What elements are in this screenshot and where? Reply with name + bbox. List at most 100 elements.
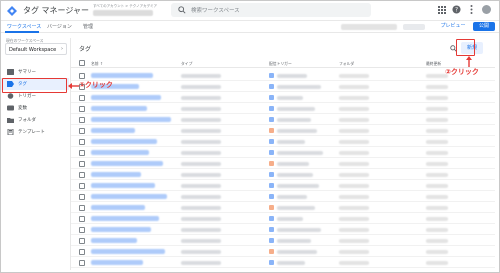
- row-checkbox[interactable]: [79, 127, 85, 134]
- table-row[interactable]: [71, 257, 495, 268]
- folder-blurred: [339, 194, 369, 199]
- table-row[interactable]: [71, 81, 495, 92]
- row-checkbox[interactable]: [79, 116, 85, 123]
- sidebar: 現在のワークスペース Default Workspace › サマリー タグ ト…: [1, 34, 69, 272]
- table-row[interactable]: [71, 70, 495, 81]
- folder-blurred: [339, 260, 369, 265]
- sidebar-item-templates[interactable]: テンプレート: [1, 126, 69, 138]
- workspace-selector[interactable]: Default Workspace ›: [5, 43, 67, 55]
- tag-name-blurred[interactable]: [91, 106, 147, 111]
- row-checkbox[interactable]: [79, 182, 85, 189]
- tag-name-blurred[interactable]: [91, 194, 167, 199]
- step2-annotation: ②クリック: [445, 68, 479, 76]
- apps-grid-icon[interactable]: [437, 5, 446, 14]
- tag-name-blurred[interactable]: [91, 73, 153, 78]
- table-row[interactable]: [71, 169, 495, 180]
- container-name-blurred: [93, 10, 153, 16]
- workspace-search[interactable]: 検索ワークスペース: [171, 3, 371, 17]
- trigger-type-icon: [269, 105, 274, 111]
- tag-name-blurred[interactable]: [91, 172, 141, 177]
- row-checkbox[interactable]: [79, 94, 85, 101]
- tab-admin[interactable]: 管理: [83, 23, 93, 30]
- folder-blurred: [339, 216, 369, 221]
- column-type[interactable]: タイプ: [181, 61, 192, 67]
- row-checkbox[interactable]: [79, 237, 85, 244]
- tag-name-blurred[interactable]: [91, 150, 149, 155]
- table-row[interactable]: [71, 92, 495, 103]
- row-checkbox[interactable]: [79, 215, 85, 222]
- row-checkbox[interactable]: [79, 138, 85, 145]
- row-checkbox[interactable]: [79, 149, 85, 156]
- row-checkbox[interactable]: [79, 160, 85, 167]
- last-edited-blurred: [426, 194, 448, 199]
- folder-blurred: [339, 150, 369, 155]
- column-name[interactable]: 名前 ↑: [91, 61, 103, 67]
- tag-name-blurred[interactable]: [91, 95, 161, 100]
- table-row[interactable]: [71, 136, 495, 147]
- sidebar-item-label: テンプレート: [18, 130, 45, 135]
- tag-name-blurred[interactable]: [91, 249, 165, 254]
- table-row[interactable]: [71, 180, 495, 191]
- trigger-name-blurred: [277, 238, 311, 243]
- table-row[interactable]: [71, 224, 495, 235]
- tag-name-blurred[interactable]: [91, 128, 135, 133]
- row-checkbox[interactable]: [79, 193, 85, 200]
- tag-name-blurred[interactable]: [91, 183, 155, 188]
- trigger-name-blurred: [277, 260, 305, 265]
- preview-button[interactable]: プレビュー: [437, 22, 469, 31]
- row-checkbox[interactable]: [79, 105, 85, 112]
- top-bar: タグ マネージャー すべてのアカウント > テクノアカデミア 検索ワークスペース…: [1, 1, 499, 21]
- publish-button[interactable]: 公開: [473, 22, 495, 31]
- row-checkbox[interactable]: [79, 259, 85, 266]
- trigger-type-icon: [269, 160, 274, 166]
- tag-name-blurred[interactable]: [91, 238, 137, 243]
- tag-name-blurred[interactable]: [91, 227, 151, 232]
- select-all-checkbox[interactable]: [79, 60, 85, 66]
- tag-name-blurred[interactable]: [91, 216, 159, 221]
- template-icon: [7, 129, 14, 135]
- account-selector[interactable]: すべてのアカウント > テクノアカデミア: [93, 4, 157, 16]
- trigger-name-blurred: [277, 106, 315, 111]
- trigger-name-blurred: [277, 172, 313, 177]
- sidebar-item-variables[interactable]: 変数: [1, 102, 69, 114]
- table-row[interactable]: [71, 125, 495, 136]
- tag-name-blurred[interactable]: [91, 139, 157, 144]
- folder-blurred: [339, 249, 369, 254]
- tag-type-blurred: [181, 117, 221, 122]
- sidebar-item-summary[interactable]: サマリー: [1, 66, 69, 78]
- sidebar-item-folders[interactable]: フォルダ: [1, 114, 69, 126]
- tag-type-blurred: [181, 227, 221, 232]
- folder-blurred: [339, 183, 369, 188]
- column-folder[interactable]: フォルダ: [339, 61, 354, 67]
- tab-workspace[interactable]: ワークスペース: [7, 23, 41, 30]
- table-row[interactable]: [71, 158, 495, 169]
- row-checkbox[interactable]: [79, 72, 85, 79]
- table-row[interactable]: [71, 147, 495, 158]
- tag-name-blurred[interactable]: [91, 205, 145, 210]
- table-row[interactable]: [71, 213, 495, 224]
- help-icon[interactable]: ?: [452, 5, 461, 14]
- table-row[interactable]: [71, 235, 495, 246]
- sidebar-nav: サマリー タグ トリガー 変数 フォルダ テンプレート: [1, 66, 69, 138]
- tag-name-blurred[interactable]: [91, 161, 163, 166]
- column-last-edited[interactable]: 最終更新: [426, 61, 441, 67]
- trigger-type-icon: [269, 72, 274, 78]
- tags-highlight-box: [2, 78, 67, 93]
- table-row[interactable]: [71, 202, 495, 213]
- tag-name-blurred[interactable]: [91, 117, 171, 122]
- tab-versions[interactable]: バージョン: [47, 23, 72, 30]
- avatar-icon[interactable]: [482, 5, 491, 14]
- more-vert-icon[interactable]: [467, 5, 476, 14]
- trigger-type-icon: [269, 83, 274, 89]
- row-checkbox[interactable]: [79, 226, 85, 233]
- table-row[interactable]: [71, 103, 495, 114]
- row-checkbox[interactable]: [79, 248, 85, 255]
- tag-type-blurred: [181, 106, 221, 111]
- tag-name-blurred[interactable]: [91, 260, 143, 265]
- table-row[interactable]: [71, 246, 495, 257]
- row-checkbox[interactable]: [79, 171, 85, 178]
- column-trigger[interactable]: 配信トリガー: [269, 61, 292, 67]
- row-checkbox[interactable]: [79, 204, 85, 211]
- table-row[interactable]: [71, 114, 495, 125]
- table-row[interactable]: [71, 191, 495, 202]
